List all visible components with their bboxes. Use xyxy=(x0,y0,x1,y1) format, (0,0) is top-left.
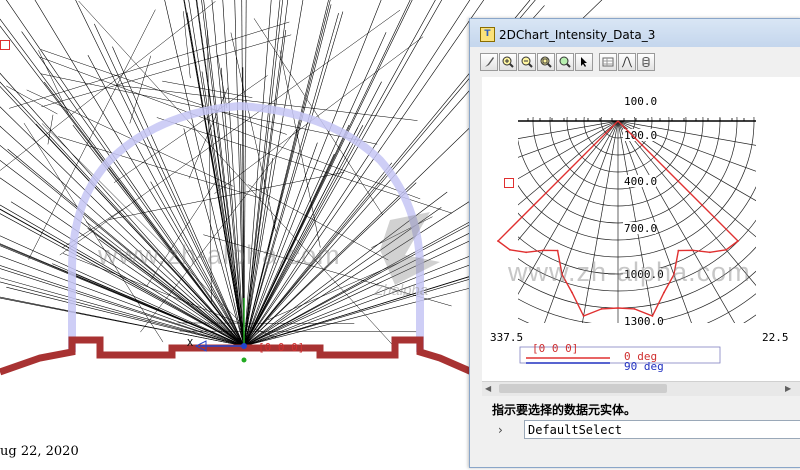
polar-chart[interactable]: 100.0 100.0 400.0 700.0 1000.0 1300.0 337.5 22.… xyxy=(482,77,800,382)
watermark-logo xyxy=(380,212,440,285)
chart-toolbar xyxy=(480,53,655,73)
series-point xyxy=(663,291,665,294)
horizontal-scrollbar[interactable]: ◀ ▶ xyxy=(482,381,800,396)
window-title: 2DChart_Intensity_Data_3 xyxy=(499,28,656,42)
series-point xyxy=(691,249,694,252)
series-point xyxy=(709,251,711,254)
light-ray xyxy=(243,0,283,347)
light-ray xyxy=(243,0,247,347)
light-ray xyxy=(183,11,191,79)
light-ray xyxy=(52,263,245,347)
scrollbar-thumb[interactable] xyxy=(499,384,667,393)
coordinate-readout: [0 0 0] xyxy=(258,341,305,354)
light-ray xyxy=(243,0,411,347)
radial-tick-label: 1300.0 xyxy=(624,315,664,328)
light-ray xyxy=(0,106,245,347)
series-point xyxy=(509,248,511,251)
light-ray xyxy=(243,0,289,347)
light-ray xyxy=(184,0,245,347)
command-input[interactable] xyxy=(524,420,800,439)
series-point xyxy=(725,248,727,251)
legend-90deg-label: 90 deg xyxy=(624,360,664,373)
light-ray xyxy=(162,80,253,98)
series-point xyxy=(737,240,739,242)
scroll-right-icon[interactable]: ▶ xyxy=(785,384,791,394)
series-point xyxy=(633,308,636,310)
app-icon: T xyxy=(480,27,495,42)
radial-tick-label: 100.0 xyxy=(624,129,657,142)
series-point xyxy=(617,307,619,309)
polar-chart-svg[interactable]: 100.0100.0400.0700.01000.01300.0337.5 22.… xyxy=(482,77,800,382)
scroll-left-icon[interactable]: ◀ xyxy=(485,384,491,394)
series-point xyxy=(542,249,545,252)
grid-spoke xyxy=(518,120,619,206)
watermark-brand: Zhalpha xyxy=(374,282,429,299)
grid-spoke xyxy=(518,120,619,140)
light-ray xyxy=(222,0,245,347)
light-ray xyxy=(41,34,292,108)
series-point xyxy=(677,249,680,252)
series-point xyxy=(525,251,527,254)
angle-label: 22.5 xyxy=(762,331,789,344)
light-ray xyxy=(6,85,58,115)
zoom-reset-icon[interactable] xyxy=(556,53,574,71)
light-ray xyxy=(243,215,505,347)
pointer-icon[interactable] xyxy=(575,53,593,71)
radial-tick-label: 400.0 xyxy=(624,175,657,188)
paintbrush-icon[interactable] xyxy=(480,53,498,71)
zoom-out-icon[interactable] xyxy=(518,53,536,71)
chevron-right-icon: › xyxy=(498,423,503,437)
light-ray xyxy=(230,32,276,232)
light-ray xyxy=(243,32,387,347)
zoom-in-icon[interactable] xyxy=(499,53,517,71)
angle-label: 337.5 xyxy=(490,331,523,344)
light-ray xyxy=(217,54,228,109)
zoom-fit-icon[interactable] xyxy=(537,53,555,71)
lamp-housing xyxy=(0,336,474,376)
series-point xyxy=(571,291,573,294)
grid-spoke xyxy=(617,120,756,286)
cylinder-icon[interactable] xyxy=(637,53,655,71)
selection-marker xyxy=(0,40,10,50)
coord-label: [0 0 0] xyxy=(532,342,579,355)
watermark-url: www.zh-alpha.com xyxy=(98,240,341,270)
curve-icon[interactable] xyxy=(618,53,636,71)
chart-window[interactable]: T 2DChart_Intensity_Data_3 100.0 100.0 400… xyxy=(469,18,800,468)
light-ray xyxy=(0,1,216,171)
table-icon[interactable] xyxy=(599,53,617,71)
light-ray xyxy=(179,330,417,333)
status-date: ug 22, 2020 xyxy=(0,444,79,459)
light-ray xyxy=(243,0,485,347)
series-point xyxy=(582,315,585,317)
watermark-url: www.zh-alpha.com xyxy=(508,257,751,287)
radial-tick-label: 100.0 xyxy=(624,95,657,108)
radial-tick-label: 700.0 xyxy=(624,222,657,235)
series-point xyxy=(497,240,499,242)
command-prompt: 指示要选择的数据元实体。 xyxy=(492,403,637,417)
selection-marker xyxy=(504,178,514,188)
series-point xyxy=(556,249,559,252)
light-ray xyxy=(116,85,418,121)
series-point xyxy=(651,315,654,317)
window-titlebar[interactable]: T 2DChart_Intensity_Data_3 xyxy=(470,19,800,47)
series-point xyxy=(600,308,603,310)
x-axis-label: X xyxy=(187,338,194,349)
grid-spoke xyxy=(518,120,619,158)
